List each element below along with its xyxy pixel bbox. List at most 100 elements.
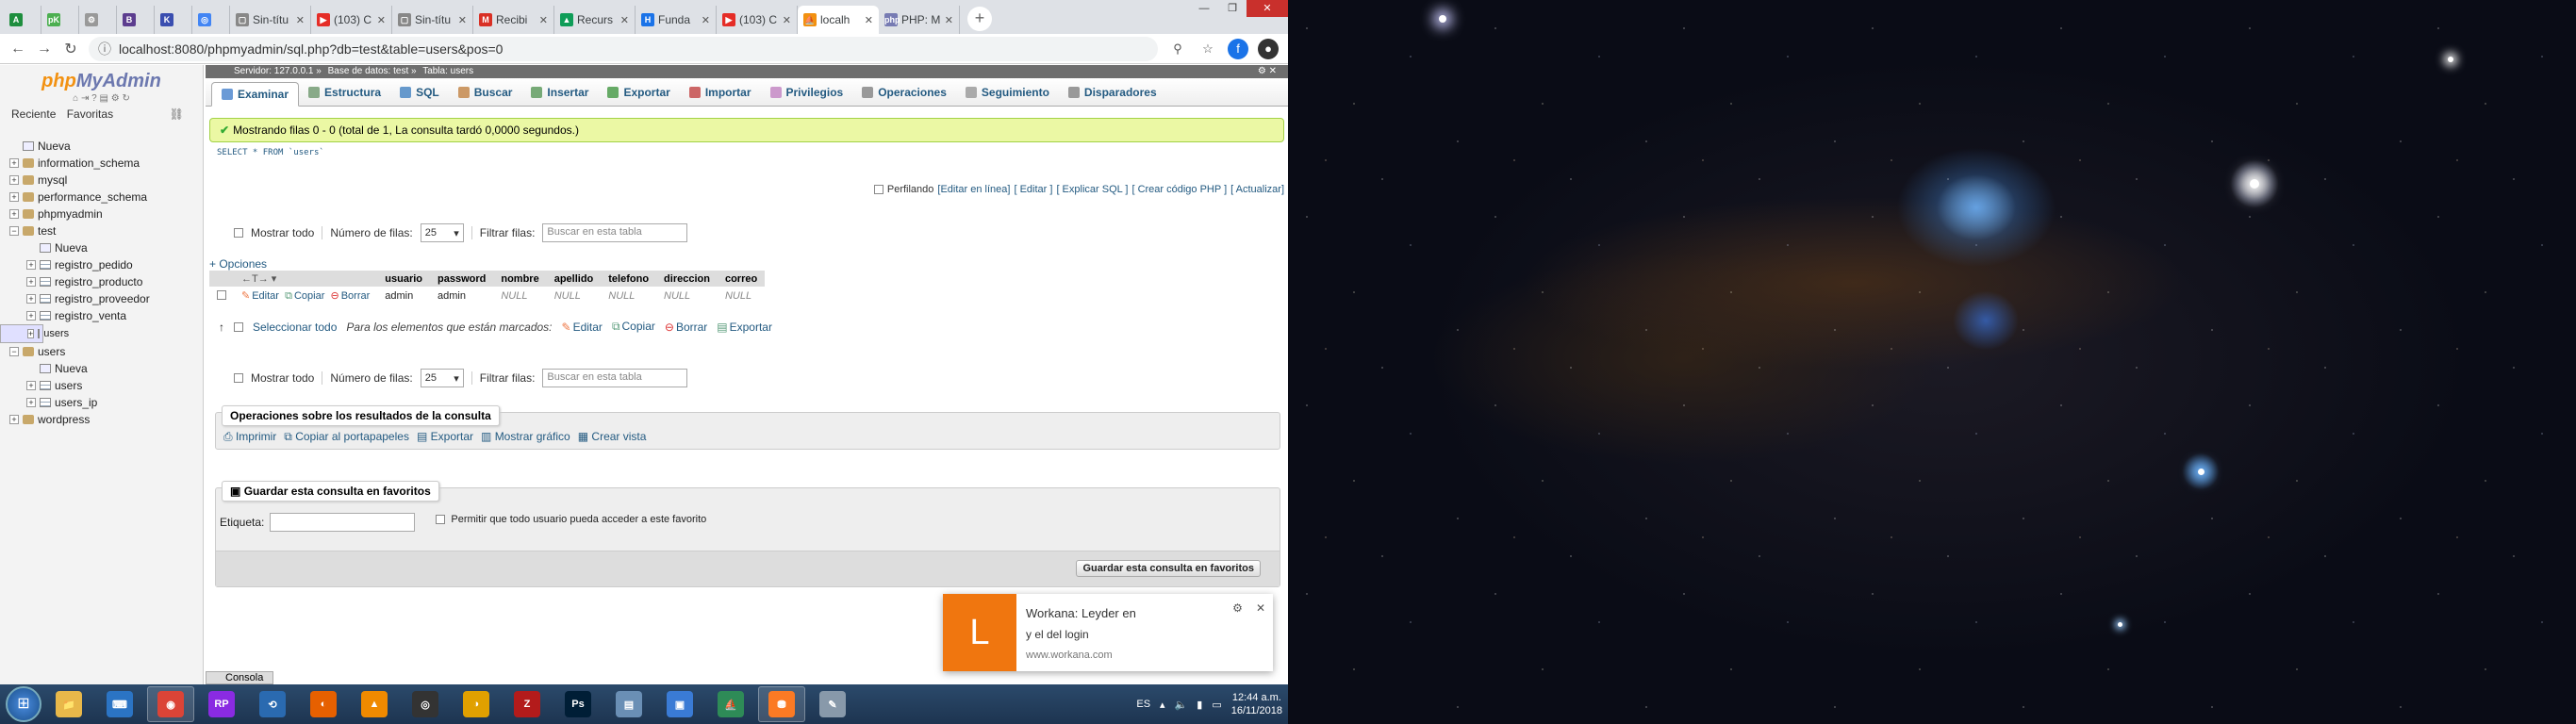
chart-link[interactable]: ▥ Mostrar gráfico	[481, 430, 570, 444]
column-header[interactable]: usuario	[377, 271, 430, 287]
explain-sql-link[interactable]: [ Explicar SQL ]	[1056, 184, 1128, 195]
info-icon[interactable]: ⓘ	[98, 40, 111, 58]
cell-apellido[interactable]: NULL	[547, 287, 602, 305]
zoom-icon[interactable]: ⚲	[1167, 39, 1188, 59]
cell-direccion[interactable]: NULL	[656, 287, 718, 305]
copy-clipboard-link[interactable]: ⧉ Copiar al portapapeles	[284, 430, 409, 444]
export-link[interactable]: ▤ Exportar	[417, 430, 473, 444]
maximize-button[interactable]: ❐	[1218, 0, 1247, 17]
browser-tab[interactable]: ▢ Sin-títu ✕	[392, 6, 473, 34]
expand-icon[interactable]: +	[27, 329, 35, 338]
expand-icon[interactable]	[9, 141, 19, 151]
taskbar-app-rp[interactable]: RP	[198, 686, 245, 722]
browser-tab[interactable]: ◎	[192, 6, 230, 34]
expand-icon[interactable]: +	[26, 260, 36, 270]
expand-icon[interactable]: −	[9, 347, 19, 356]
row-checkbox[interactable]	[217, 289, 226, 300]
tab-disparadores[interactable]: Disparadores	[1059, 80, 1166, 105]
tree-item[interactable]: − test	[0, 222, 203, 239]
expand-icon[interactable]: −	[9, 226, 19, 236]
taskbar-app-vscode[interactable]: ⌨	[96, 686, 143, 722]
expand-icon[interactable]: +	[9, 209, 19, 219]
bulk-export-button[interactable]: ▤ Exportar	[717, 321, 772, 334]
profile-icon[interactable]: ●	[1258, 38, 1279, 59]
extension-icon[interactable]: f	[1228, 38, 1248, 59]
show-all-checkbox[interactable]	[234, 228, 243, 238]
close-tab-icon[interactable]: ✕	[458, 14, 467, 26]
console-toggle[interactable]: Consola	[206, 671, 273, 684]
taskbar-app-app13[interactable]: ▣	[656, 686, 703, 722]
browser-tab[interactable]: K	[155, 6, 192, 34]
column-header[interactable]: nombre	[493, 271, 547, 287]
network-icon[interactable]: ▮	[1197, 699, 1202, 711]
logout-icon[interactable]: ⇥	[81, 93, 89, 104]
clock[interactable]: 12:44 a.m. 16/11/2018	[1231, 691, 1282, 717]
taskbar-app-app14[interactable]: ⛵	[707, 686, 754, 722]
volume-icon[interactable]: 🔈	[1175, 699, 1188, 711]
delete-row-link[interactable]: ⊖ Borrar	[330, 290, 370, 302]
gear-icon[interactable]: ⚙	[1232, 601, 1243, 615]
taskbar-app-explorer[interactable]: 📁	[45, 686, 92, 722]
bulk-edit-button[interactable]: ✎ Editar	[562, 321, 603, 334]
tree-item[interactable]: + phpmyadmin	[0, 206, 203, 222]
close-tab-icon[interactable]: ✕	[377, 14, 386, 26]
close-tab-icon[interactable]: ✕	[620, 14, 629, 26]
taskbar-app-photoshop[interactable]: Ps	[554, 686, 602, 722]
column-header[interactable]: telefono	[601, 271, 657, 287]
filter-input[interactable]: Buscar en esta tabla	[542, 223, 688, 242]
link-icon[interactable]: ⛓	[170, 107, 184, 121]
expand-icon[interactable]: +	[26, 381, 36, 390]
edit-link[interactable]: [ Editar ]	[1014, 184, 1052, 195]
expand-icon[interactable]	[26, 243, 36, 253]
close-tab-icon[interactable]: ✕	[702, 14, 710, 26]
refresh-link[interactable]: [ Actualizar]	[1230, 184, 1284, 195]
tree-item[interactable]: + mysql	[0, 172, 203, 189]
tree-item[interactable]: + registro_proveedor	[0, 290, 203, 307]
taskbar-app-paint[interactable]: ✎	[809, 686, 856, 722]
taskbar-app-app5[interactable]: ⟲	[249, 686, 296, 722]
cell-password[interactable]: admin	[430, 287, 493, 305]
tab-estructura[interactable]: Estructura	[299, 80, 390, 105]
tab-importar[interactable]: Importar	[680, 80, 761, 105]
recent-link[interactable]: Reciente	[11, 107, 56, 121]
expand-icon[interactable]: +	[26, 311, 36, 321]
rows-select[interactable]: 25 ▾	[420, 369, 464, 387]
tree-item[interactable]: − users	[0, 343, 203, 360]
browser-tab[interactable]: M Recibi ✕	[473, 6, 554, 34]
expand-icon[interactable]: +	[9, 175, 19, 185]
filter-input[interactable]: Buscar en esta tabla	[542, 369, 688, 387]
expand-icon[interactable]	[26, 364, 36, 373]
share-checkbox[interactable]	[436, 515, 446, 524]
close-tab-icon[interactable]: ✕	[865, 14, 873, 26]
print-link[interactable]: ⎙ Imprimir	[223, 430, 276, 444]
taskbar-app-xampp[interactable]: ⛃	[758, 686, 805, 722]
browser-tab[interactable]: pK	[41, 6, 79, 34]
crumb-table[interactable]: Tabla: users	[422, 66, 473, 76]
reload-nav-icon[interactable]: ↻	[122, 93, 129, 104]
taskbar-app-firefox[interactable]: ◐	[300, 686, 347, 722]
column-arrows-icon[interactable]: ←T→ ▾	[234, 271, 378, 287]
browser-tab[interactable]: php PHP: M ✕	[879, 6, 960, 34]
reload-icon[interactable]: ↻	[62, 40, 79, 58]
tree-item[interactable]: + users_ip	[0, 394, 203, 411]
tree-item[interactable]: + performance_schema	[0, 189, 203, 206]
tab-seguimiento[interactable]: Seguimiento	[956, 80, 1059, 105]
create-view-link[interactable]: ▦ Crear vista	[578, 430, 647, 444]
browser-tab[interactable]: ⛵ localh ✕	[798, 6, 879, 34]
options-toggle[interactable]: + Opciones	[209, 257, 267, 271]
power-icon[interactable]: ▭	[1212, 699, 1221, 711]
browser-tab[interactable]: H Funda ✕	[636, 6, 717, 34]
tree-item[interactable]: + users	[0, 324, 69, 343]
tree-item[interactable]: Nueva	[0, 360, 203, 377]
tree-item[interactable]: + information_schema	[0, 155, 203, 172]
taskbar-app-vlc[interactable]: ▲	[351, 686, 398, 722]
close-icon[interactable]: ✕	[1256, 601, 1265, 615]
cell-correo[interactable]: NULL	[718, 287, 765, 305]
inline-edit-link[interactable]: [Editar en línea]	[937, 184, 1010, 195]
forward-icon[interactable]: →	[36, 41, 53, 58]
browser-tab[interactable]: ▲ Recurs ✕	[554, 6, 636, 34]
expand-icon[interactable]: +	[26, 277, 36, 287]
show-all-checkbox[interactable]	[234, 373, 243, 383]
close-tab-icon[interactable]: ✕	[945, 14, 953, 26]
browser-tab[interactable]: ▶ (103) C ✕	[311, 6, 392, 34]
